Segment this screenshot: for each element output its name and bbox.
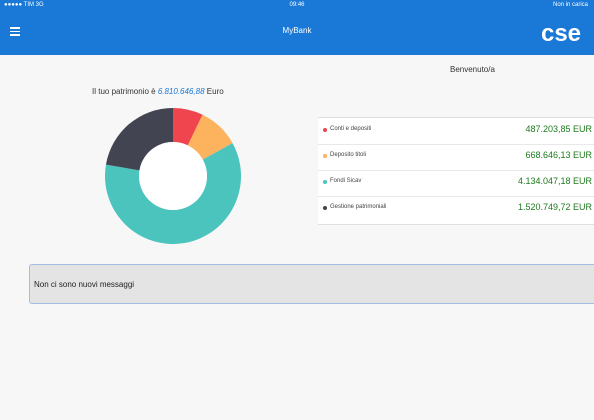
- legend-row[interactable]: Deposito titoli 668.646,13 EUR: [318, 144, 594, 171]
- legend-dot-icon: [323, 180, 327, 184]
- legend-row[interactable]: Conti e depositi 487.203,85 EUR: [318, 118, 594, 145]
- donut-hole: [139, 142, 207, 210]
- patrimonio-summary: Il tuo patrimonio è 6.810.646,88 Euro: [92, 87, 224, 96]
- legend-row[interactable]: Gestione patrimoniali 1.520.749,72 EUR: [318, 196, 594, 222]
- messages-text: Non ci sono nuovi messaggi: [34, 280, 135, 289]
- patrimonio-value: 6.810.646,88: [157, 87, 205, 96]
- legend-label: Conti e depositi: [330, 126, 372, 132]
- welcome-text: Benvenuto/a: [450, 65, 495, 74]
- cse-logo: cse: [541, 20, 581, 47]
- navbar: MyBank cse: [0, 12, 594, 55]
- nav-title: MyBank: [282, 26, 312, 35]
- cse-logo-text: cse: [541, 20, 581, 47]
- patrimonio-prefix: Il tuo patrimonio è: [92, 87, 158, 96]
- battery-status: Non in carica: [552, 2, 588, 8]
- portfolio-donut-chart: [104, 108, 242, 244]
- legend-dot-icon: [323, 154, 327, 158]
- legend-value: 487.203,85 EUR: [525, 124, 592, 134]
- legend-value: 1.520.749,72 EUR: [517, 202, 592, 212]
- status-time: 09:46: [289, 2, 305, 8]
- messages-panel[interactable]: Non ci sono nuovi messaggi: [29, 264, 594, 304]
- status-bar: ●●●●● TIM 3G 09:46 Non in carica: [0, 0, 594, 12]
- legend-dot-icon: [323, 128, 327, 132]
- legend-dot-icon: [323, 206, 327, 210]
- portfolio-legend: Conti e depositi 487.203,85 EUR Deposito t…: [318, 117, 594, 225]
- legend-label: Gestione patrimoniali: [330, 204, 387, 210]
- legend-value: 668.646,13 EUR: [525, 150, 592, 160]
- legend-label: Fondi Sicav: [330, 178, 362, 184]
- patrimonio-suffix: Euro: [204, 87, 224, 96]
- legend-value: 4.134.047,18 EUR: [517, 176, 592, 186]
- legend-label: Deposito titoli: [330, 152, 367, 158]
- legend-row[interactable]: Fondi Sicav 4.134.047,18 EUR: [318, 170, 594, 197]
